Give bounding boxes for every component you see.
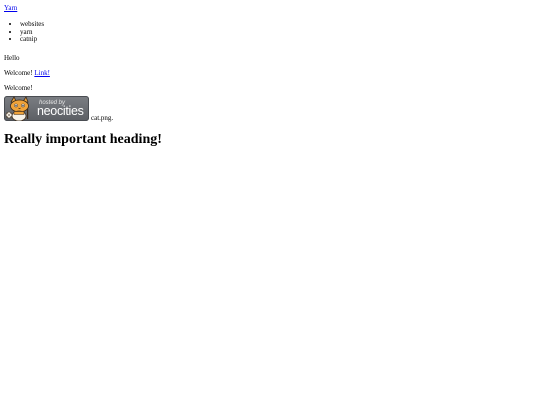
neocities-badge-image: hosted by neocities [4,96,89,122]
list-item: websites [20,20,536,29]
cat-icon [5,96,29,122]
page-heading: Really important heading! [4,132,162,148]
welcome-paragraph: Welcome! Link! [4,69,536,77]
yarn-link[interactable]: Yarn [4,4,536,12]
hello-paragraph: Hello [4,54,20,63]
list-item: yarn [20,28,536,37]
item-list: websites yarn catnip [4,20,536,44]
welcome-plain-paragraph: Welcome! [4,84,33,93]
welcome-link[interactable]: Link! [34,69,50,77]
badge-row: hosted by neocities cat.png. [4,95,536,123]
list-item: catnip [20,36,536,44]
welcome-text: Welcome! [4,69,35,78]
badge-brand-text: neocities [37,104,84,119]
image-caption: cat.png. [91,114,114,123]
